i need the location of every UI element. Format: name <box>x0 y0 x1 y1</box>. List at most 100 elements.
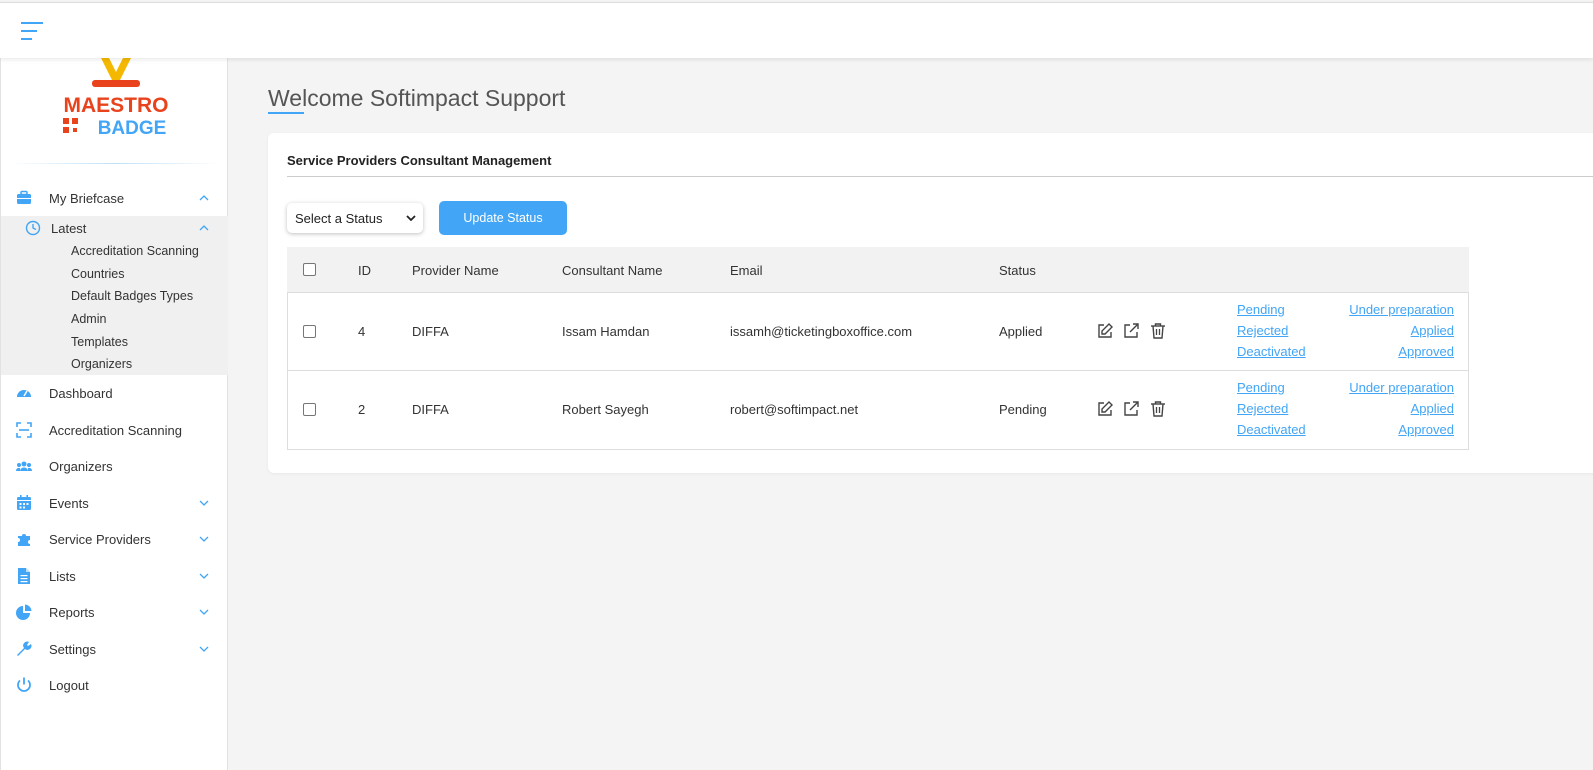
cell-email: issamh@ticketingboxoffice.com <box>730 324 913 339</box>
table-row: 2 DIFFA Robert Sayegh robert@softimpact.… <box>287 371 1469 450</box>
status-link-pending[interactable]: Pending <box>1237 380 1285 395</box>
cell-id: 4 <box>358 324 366 339</box>
row-checkbox[interactable] <box>303 403 316 416</box>
status-link-applied[interactable]: Applied <box>1411 323 1454 338</box>
chevron-down-icon <box>199 609 209 615</box>
update-status-button[interactable]: Update Status <box>439 201 567 235</box>
status-link-approved[interactable]: Approved <box>1398 344 1454 359</box>
logo-divider <box>9 163 221 164</box>
sidebar-item-accreditation-scanning[interactable]: Accreditation Scanning <box>1 415 228 445</box>
page-title: Welcome Softimpact Support <box>268 85 566 111</box>
card-title: Service Providers Consultant Management <box>287 153 552 168</box>
status-link-under-preparation[interactable]: Under preparation <box>1349 380 1454 395</box>
row-checkbox[interactable] <box>303 325 316 338</box>
cell-provider-name: DIFFA <box>412 324 449 339</box>
status-select[interactable]: Select a Status <box>287 203 423 233</box>
latest-item-organizers[interactable]: Organizers <box>71 357 132 371</box>
title-underline <box>268 112 304 114</box>
sidebar-item-my-briefcase[interactable]: My Briefcase <box>1 183 228 213</box>
cell-status: Applied <box>999 324 1043 339</box>
chevron-down-icon <box>199 536 209 542</box>
sidebar: MAESTRO BADGE My Briefcase Latest Accred… <box>0 58 228 770</box>
main-content: Welcome Softimpact Support Service Provi… <box>229 58 1593 770</box>
clock-icon <box>25 220 41 236</box>
file-icon <box>18 568 30 584</box>
external-link-icon[interactable] <box>1122 400 1140 418</box>
sidebar-item-label: Reports <box>49 604 95 620</box>
status-link-applied[interactable]: Applied <box>1411 401 1454 416</box>
status-link-rejected[interactable]: Rejected <box>1237 323 1288 338</box>
status-link-pending[interactable]: Pending <box>1237 302 1285 317</box>
users-icon <box>15 461 33 471</box>
chevron-down-icon <box>199 573 209 579</box>
column-header-provider-name: Provider Name <box>412 263 499 278</box>
cell-id: 2 <box>358 402 366 417</box>
sidebar-item-logout[interactable]: Logout <box>1 670 228 700</box>
status-link-approved[interactable]: Approved <box>1398 422 1454 437</box>
sidebar-item-label: Logout <box>49 677 89 693</box>
calendar-icon <box>17 495 31 510</box>
latest-item-accreditation-scanning[interactable]: Accreditation Scanning <box>71 244 199 258</box>
sidebar-item-settings[interactable]: Settings <box>1 634 228 664</box>
sidebar-item-reports[interactable]: Reports <box>1 597 228 627</box>
card-divider <box>287 176 1593 177</box>
sidebar-item-label: Accreditation Scanning <box>49 422 182 438</box>
maestro-badge-logo[interactable]: MAESTRO BADGE <box>57 58 175 142</box>
logo-line2: BADGE <box>98 118 167 139</box>
sidebar-item-organizers[interactable]: Organizers <box>1 451 228 481</box>
gauge-icon <box>17 390 31 397</box>
chevron-down-icon <box>406 215 416 222</box>
power-icon <box>17 677 31 692</box>
sidebar-item-label: Service Providers <box>49 531 151 547</box>
latest-item-default-badges-types[interactable]: Default Badges Types <box>71 289 193 303</box>
status-link-under-preparation[interactable]: Under preparation <box>1349 302 1454 317</box>
chevron-up-icon <box>199 225 209 231</box>
latest-item-admin[interactable]: Admin <box>71 312 106 326</box>
sidebar-item-label: Organizers <box>49 458 113 474</box>
table-header: ID Provider Name Consultant Name Email S… <box>287 247 1469 292</box>
status-link-deactivated[interactable]: Deactivated <box>1237 344 1306 359</box>
status-link-rejected[interactable]: Rejected <box>1237 401 1288 416</box>
sidebar-item-service-providers[interactable]: Service Providers <box>1 524 228 554</box>
chevron-up-icon <box>199 195 209 201</box>
sidebar-item-label: My Briefcase <box>49 190 125 206</box>
latest-item-templates[interactable]: Templates <box>71 335 128 349</box>
external-link-icon[interactable] <box>1122 322 1140 340</box>
puzzle-icon <box>18 534 30 546</box>
sidebar-item-events[interactable]: Events <box>1 488 228 518</box>
column-header-id: ID <box>358 263 371 278</box>
chevron-down-icon <box>199 646 209 652</box>
column-header-email: Email <box>730 263 763 278</box>
sidebar-item-label: Lists <box>49 568 76 584</box>
column-header-consultant-name: Consultant Name <box>562 263 663 278</box>
sidebar-item-lists[interactable]: Lists <box>1 561 228 591</box>
top-bar <box>0 2 1593 58</box>
sidebar-item-dashboard[interactable]: Dashboard <box>1 378 228 408</box>
column-header-status: Status <box>999 263 1036 278</box>
cell-email: robert@softimpact.net <box>730 402 859 417</box>
wrench-icon <box>17 641 32 656</box>
sidebar-item-label: Settings <box>49 641 96 657</box>
chevron-down-icon <box>199 500 209 506</box>
cell-consultant-name: Robert Sayegh <box>562 402 649 417</box>
trash-icon[interactable] <box>1149 400 1167 418</box>
edit-icon[interactable] <box>1096 400 1114 418</box>
trash-icon[interactable] <box>1149 322 1167 340</box>
consultant-management-card: Service Providers Consultant Management … <box>268 133 1593 473</box>
logo-line1: MAESTRO <box>64 94 169 117</box>
cell-status: Pending <box>999 402 1047 417</box>
select-all-checkbox[interactable] <box>303 263 316 276</box>
pie-chart-icon <box>16 604 32 620</box>
latest-item-countries[interactable]: Countries <box>71 267 125 281</box>
sidebar-item-label: Latest <box>51 220 87 236</box>
sidebar-item-label: Dashboard <box>49 385 113 401</box>
edit-icon[interactable] <box>1096 322 1114 340</box>
hamburger-icon[interactable] <box>20 20 44 42</box>
sidebar-item-label: Events <box>49 495 89 511</box>
status-link-deactivated[interactable]: Deactivated <box>1237 422 1306 437</box>
cell-provider-name: DIFFA <box>412 402 449 417</box>
table-row: 4 DIFFA Issam Hamdan issamh@ticketingbox… <box>287 292 1469 371</box>
cell-consultant-name: Issam Hamdan <box>562 324 650 339</box>
scan-icon <box>16 422 32 438</box>
sidebar-item-latest[interactable]: Latest <box>1 216 228 240</box>
